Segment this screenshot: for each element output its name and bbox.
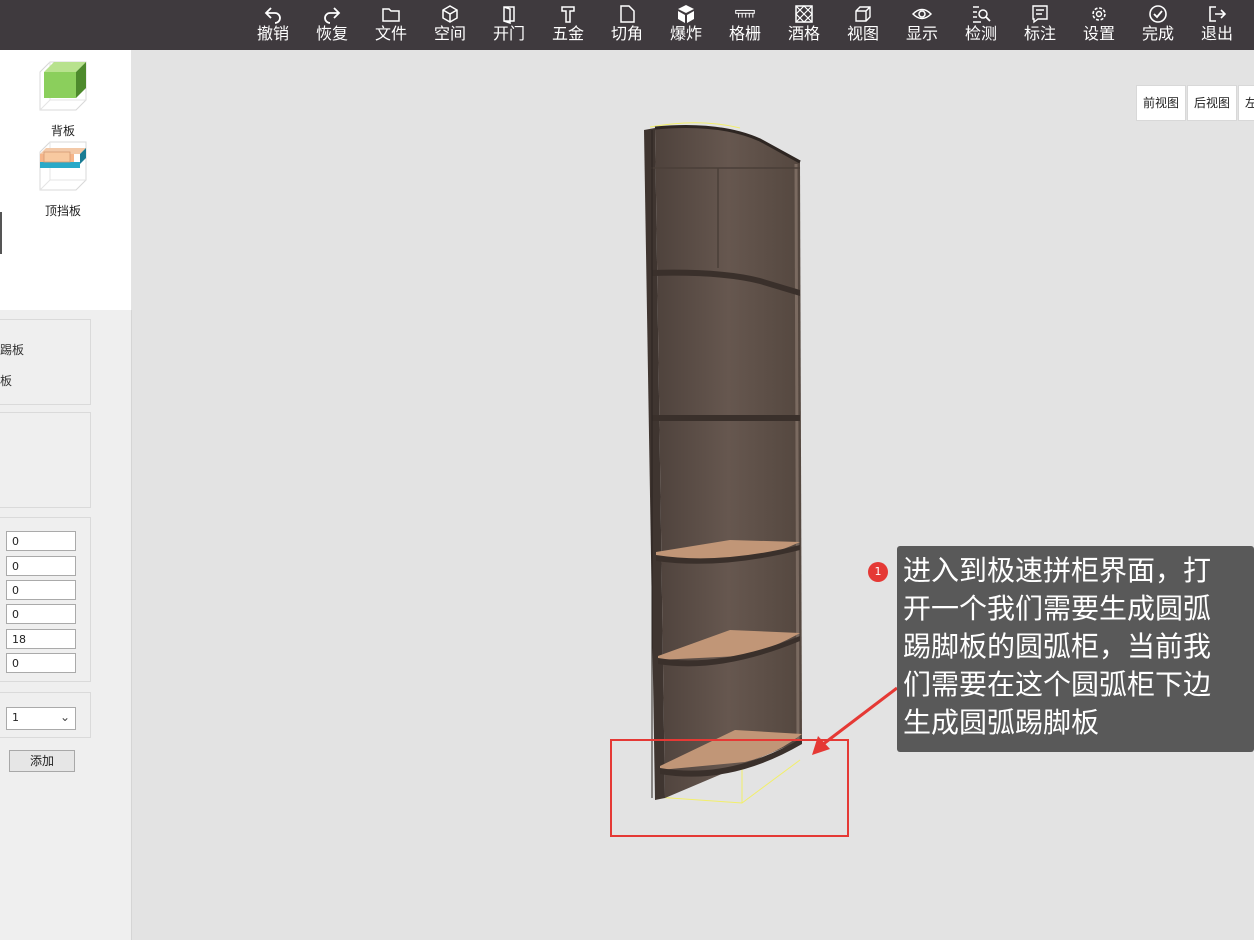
- arc-cabinet[interactable]: [644, 125, 802, 801]
- instruction-text: 进入到极速拼柜界面，打开一个我们需要生成圆弧踢脚板的圆弧柜，当前我们需要在这个圆…: [903, 554, 1212, 739]
- instruction-tooltip: 进入到极速拼柜界面，打开一个我们需要生成圆弧踢脚板的圆弧柜，当前我们需要在这个圆…: [897, 546, 1254, 752]
- step-badge: 1: [868, 562, 888, 582]
- callout-arrow: [821, 686, 898, 747]
- highlight-box: [610, 739, 849, 837]
